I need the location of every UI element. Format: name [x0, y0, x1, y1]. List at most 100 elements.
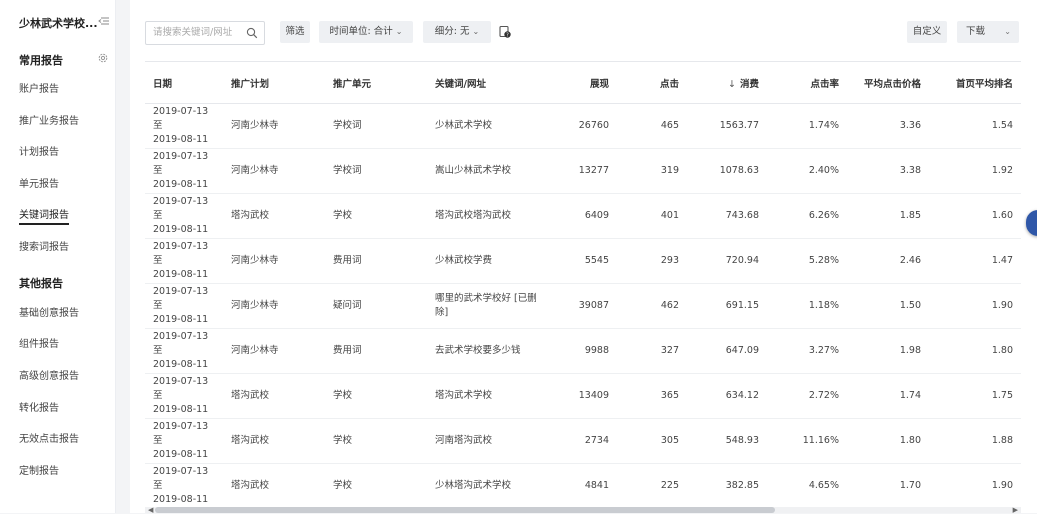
cell-plan: 河南少林寺	[231, 255, 279, 266]
sidebar-item-search-term-report[interactable]: 搜索词报告	[19, 238, 69, 253]
cell-clicks: 305	[660, 435, 679, 446]
sidebar-item-unit-report[interactable]: 单元报告	[19, 175, 59, 190]
customize-label: 自定义	[912, 26, 942, 37]
cell-ctr: 2.72%	[808, 390, 839, 401]
sidebar-item-basic-creative-report[interactable]: 基础创意报告	[19, 304, 79, 319]
col-header-keyword[interactable]: 关键词/网址	[427, 62, 549, 104]
table-row[interactable]: 2019-07-13至 2019-08-11 河南少林寺 学校词 嵩山少林武术学校 132…	[145, 149, 1021, 194]
cell-avg-cpc: 1.50	[899, 300, 921, 311]
cell-avg-cpc: 1.98	[899, 345, 921, 356]
col-header-date[interactable]: 日期	[145, 62, 223, 104]
cell-unit: 学校	[333, 480, 353, 491]
col-header-impressions[interactable]: 展现	[549, 62, 617, 104]
search-input[interactable]	[153, 25, 243, 40]
cell-plan: 塔沟武校	[231, 210, 270, 221]
col-header-avg-cpc[interactable]: 平均点击价格	[847, 62, 929, 104]
cell-cost: 1563.77	[719, 120, 759, 131]
customize-button[interactable]: 自定义	[907, 21, 947, 43]
cell-avg-cpc: 1.70	[899, 480, 921, 491]
sidebar-item-plan-report[interactable]: 计划报告	[19, 143, 59, 158]
date-start: 2019-07-13至	[153, 421, 209, 446]
search-icon[interactable]	[246, 27, 258, 39]
cell-clicks: 327	[660, 345, 679, 356]
cell-impressions: 13277	[578, 165, 609, 176]
table-header-row: 日期 推广计划 推广单元 关键词/网址 展现 点击 ↓ 消费 点击率 平均点击价格…	[145, 61, 1021, 104]
table-row[interactable]: 2019-07-13至 2019-08-11 河南少林寺 费用词 少林武校学费 5545 2…	[145, 239, 1021, 284]
col-header-clicks[interactable]: 点击	[617, 62, 687, 104]
filter-button[interactable]: 筛选	[280, 21, 310, 43]
cell-plan: 河南少林寺	[231, 120, 279, 131]
sidebar-item-conversion-report[interactable]: 转化报告	[19, 399, 59, 414]
cell-unit: 学校	[333, 390, 353, 401]
date-start: 2019-07-13至	[153, 106, 209, 131]
table-row[interactable]: 2019-07-13至 2019-08-11 河南少林寺 费用词 去武术学校要多少钱 99…	[145, 329, 1021, 374]
table-row[interactable]: 2019-07-13至 2019-08-11 塔沟武校 学校 塔沟武术学校 13409 36…	[145, 374, 1021, 419]
gear-icon[interactable]	[97, 52, 109, 64]
cell-clicks: 465	[660, 120, 679, 131]
report-table: 日期 推广计划 推广单元 关键词/网址 展现 点击 ↓ 消费 点击率 平均点击价格…	[145, 61, 1021, 508]
col-header-ctr[interactable]: 点击率	[767, 62, 847, 104]
scrollbar-thumb[interactable]	[155, 507, 775, 513]
cell-avg-rank: 1.92	[991, 165, 1013, 176]
cell-avg-rank: 1.54	[991, 120, 1013, 131]
table-row[interactable]: 2019-07-13至 2019-08-11 河南少林寺 疑问词 哪里的武术学校好 [已…	[145, 284, 1021, 329]
cell-avg-rank: 1.47	[991, 255, 1013, 266]
col-header-cost[interactable]: ↓ 消费	[687, 62, 767, 104]
breakdown-dropdown[interactable]: 细分: 无 ⌄	[423, 21, 491, 43]
cell-unit: 费用词	[333, 255, 362, 266]
cell-avg-rank: 1.80	[991, 345, 1013, 356]
sidebar-item-component-report[interactable]: 组件报告	[19, 335, 59, 350]
date-end: 2019-08-11	[153, 179, 209, 190]
account-name[interactable]: 少林武术学校...	[19, 15, 98, 31]
cell-unit: 学校	[333, 210, 353, 221]
sidebar-item-business-report[interactable]: 推广业务报告	[19, 112, 79, 127]
table-row[interactable]: 2019-07-13至 2019-08-11 塔沟武校 学校 河南塔沟武校 2734 305…	[145, 419, 1021, 464]
menu-collapse-icon[interactable]	[98, 15, 110, 27]
chevron-down-icon: ⌄	[1004, 27, 1011, 36]
download-dropdown[interactable]: 下载 ⌄	[957, 21, 1019, 43]
sidebar-item-invalid-click-report[interactable]: 无效点击报告	[19, 430, 79, 445]
cell-impressions: 5545	[584, 255, 609, 266]
table-row[interactable]: 2019-07-13至 2019-08-11 河南少林寺 学校词 少林武术学校 26760…	[145, 104, 1021, 149]
search-box[interactable]	[145, 21, 265, 45]
cell-plan: 河南少林寺	[231, 300, 279, 311]
cell-date: 2019-07-13至 2019-08-11	[145, 419, 223, 464]
date-start: 2019-07-13至	[153, 151, 209, 176]
cell-cost: 1078.63	[719, 165, 759, 176]
sidebar-item-keyword-report[interactable]: 关键词报告	[19, 206, 69, 225]
sidebar-item-advanced-creative-report[interactable]: 高级创意报告	[19, 367, 79, 382]
col-header-unit[interactable]: 推广单元	[325, 62, 427, 104]
cell-impressions: 2734	[584, 435, 609, 446]
chevron-down-icon: ⌄	[395, 27, 403, 36]
horizontal-scrollbar[interactable]: ◀ ▶	[145, 506, 1021, 514]
cell-impressions: 6409	[584, 210, 609, 221]
date-end: 2019-08-11	[153, 269, 209, 280]
col-header-plan[interactable]: 推广计划	[223, 62, 325, 104]
cell-unit: 费用词	[333, 345, 362, 356]
sidebar-item-custom-report[interactable]: 定制报告	[19, 462, 59, 477]
cell-keyword: 少林塔沟武术学校	[435, 480, 512, 491]
cell-ctr: 1.74%	[808, 120, 839, 131]
section-common-reports: 常用报告	[19, 54, 63, 67]
table-row[interactable]: 2019-07-13至 2019-08-11 塔沟武校 学校 塔沟武校塔沟武校 6409 4…	[145, 194, 1021, 239]
cell-keyword: 塔沟武校塔沟武校	[435, 210, 512, 221]
col-header-avg-rank[interactable]: 首页平均排名	[929, 62, 1021, 104]
cell-clicks: 365	[660, 390, 679, 401]
time-unit-dropdown[interactable]: 时间单位: 合计 ⌄	[319, 21, 413, 43]
download-label: 下载	[966, 26, 986, 37]
cell-keyword: 哪里的武术学校好 [已删除]	[435, 293, 537, 318]
table-row[interactable]: 2019-07-13至 2019-08-11 塔沟武校 学校 少林塔沟武术学校 4841 2…	[145, 464, 1021, 508]
date-start: 2019-07-13至	[153, 196, 209, 221]
cell-avg-cpc: 2.46	[899, 255, 921, 266]
cell-cost: 691.15	[725, 300, 759, 311]
cell-clicks: 462	[660, 300, 679, 311]
cell-impressions: 13409	[578, 390, 609, 401]
date-end: 2019-08-11	[153, 314, 209, 325]
cell-keyword: 嵩山少林武术学校	[435, 165, 512, 176]
cell-clicks: 319	[660, 165, 679, 176]
cell-plan: 河南少林寺	[231, 345, 279, 356]
help-icon[interactable]: ?	[498, 25, 512, 39]
cell-date: 2019-07-13至 2019-08-11	[145, 104, 223, 149]
cell-date: 2019-07-13至 2019-08-11	[145, 194, 223, 239]
sidebar-item-account-report[interactable]: 账户报告	[19, 80, 59, 95]
